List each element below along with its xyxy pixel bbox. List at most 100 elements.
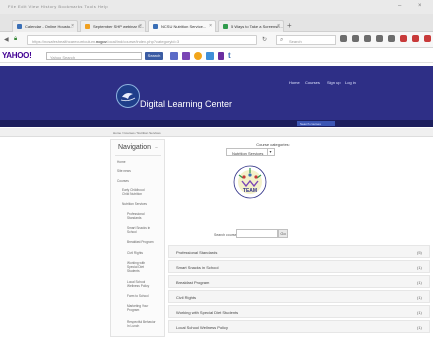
browser-search-placeholder: Search [289,39,302,44]
nav-item-respectful[interactable]: Respectful Behavior In Lunch [127,320,156,328]
yahoo-logo[interactable]: YAHOO! [2,51,32,60]
browser-search-field[interactable]: ⌕ Search [276,35,336,45]
menu-bar: File Edit View History Bookmarks Tools H… [0,0,433,14]
tab-label: September SHP webinar S... [93,24,145,29]
main-content: Course categories: Nutrition Services ▾ … [168,139,433,337]
back-icon[interactable]: ◀ [4,36,9,43]
yahoo-search-placeholder: Yahoo Search [50,55,76,60]
nav-item-farm-to-school[interactable]: Farm to School [127,294,149,298]
download-icon[interactable] [376,35,383,42]
twitter-icon[interactable]: t [228,52,231,60]
category-row[interactable]: Civil Rights (1) [168,290,430,303]
course-search-input[interactable]: Search courses [297,121,335,126]
yahoo-quick-icons: t [170,52,231,60]
category-row[interactable]: Professional Standards (5) [168,245,430,258]
category-name: Working with Special Diet Students [176,310,239,315]
browser-navbar: ◀ 🔒︎ https://ncsafeshealthcarecurriculum… [0,32,433,48]
search-courses-input[interactable] [236,229,278,238]
category-row[interactable]: Working with Special Diet Students (1) [168,305,430,318]
star-icon[interactable] [340,35,347,42]
nav-item-wellness[interactable]: Local School Wellness Policy [127,280,149,288]
minimize-icon[interactable]: – [398,3,401,9]
chevron-down-icon: ▾ [267,149,273,155]
tab-calendar[interactable]: Calendar - Online Housto... × [12,20,78,32]
addon-icon[interactable] [424,35,431,42]
url-path: .local/ind/course/index.php?categoryid=3 [106,39,180,44]
category-select-value: Nutrition Services [232,151,264,156]
nav-item-special-diet[interactable]: Working with Special Diet Students [127,261,145,273]
url-host: ncsafeshealthcarecurriculum. [44,39,97,44]
tab-label: 5 Ways to Take a Screensh... [231,24,283,29]
category-select[interactable]: Nutrition Services ▾ [226,148,275,156]
site-title[interactable]: Digital Learning Center [140,99,232,109]
nav-item-early-childhood[interactable]: Early Childhood Child Nutrition [122,188,145,196]
close-tab-icon[interactable]: × [139,23,142,29]
nav-item-professional-standards[interactable]: Professional Standards [127,212,145,220]
home-icon[interactable] [388,35,395,42]
yahoo-search-button[interactable]: Search [145,52,163,60]
category-name: Civil Rights [176,295,197,300]
category-count: (5) [417,250,422,255]
nav-item-courses[interactable]: Courses [117,179,129,183]
clipboard-icon[interactable] [352,35,359,42]
favicon-icon [153,24,158,29]
nav-item-civil-rights[interactable]: Civil Rights [127,251,143,255]
search-go-button[interactable]: Go [278,229,288,238]
weather-icon[interactable] [194,52,202,60]
nav-item-marketing[interactable]: Marketing Your Program [127,304,148,312]
nav-item-breakfast[interactable]: Breakfast Program [127,240,154,244]
nav-item-home[interactable]: Home [117,160,126,164]
tab-strip: Calendar - Online Housto... × September … [0,14,433,32]
reload-icon[interactable]: ↻ [262,36,267,43]
category-row[interactable]: Smart Snacks in School (1) [168,260,430,273]
nav-item-nutrition-services[interactable]: Nutrition Services [122,202,147,206]
category-count: (1) [417,265,422,270]
url-domain: ncgov [96,39,107,44]
tab-label: Calendar - Online Housto... [25,24,74,29]
favicon-icon [17,24,22,29]
close-tab-icon[interactable]: × [71,23,74,29]
tab-label: NCSU Nutrition Service... [161,24,207,29]
header-link-login[interactable]: Log in [345,80,356,85]
category-row[interactable]: Local School Wellness Policy (1) [168,320,430,333]
favicon-icon [223,24,228,29]
tab-nutrition-active[interactable]: NCSU Nutrition Service... × [148,20,216,32]
menu-items[interactable]: File Edit View History Bookmarks Tools H… [8,4,108,9]
category-row[interactable]: Breakfast Program (1) [168,275,430,288]
yahoo-search-input[interactable]: Yahoo Search [46,52,142,60]
search-icon: ⌕ [280,37,284,43]
course-search-placeholder: Search courses [300,122,321,126]
close-tab-icon[interactable]: × [209,23,212,29]
favicon-icon [85,24,90,29]
addon-icon[interactable] [412,35,419,42]
addon-icon[interactable] [400,35,407,42]
navigation-block: Navigation − Home Site news Courses Earl… [110,139,165,337]
new-tab-button[interactable]: + [287,21,292,30]
lock-icon[interactable]: 🔒︎ [14,36,17,43]
category-name: Local School Wellness Policy [176,325,228,330]
header-link-courses[interactable]: Courses [305,80,320,85]
collapse-icon[interactable]: − [155,145,158,151]
site-logo-icon[interactable] [116,84,140,108]
divider [115,155,161,156]
tab-screenshot[interactable]: 5 Ways to Take a Screensh... × [218,20,284,32]
finance-icon[interactable] [206,52,214,60]
nav-item-site-news[interactable]: Site news [117,169,131,173]
category-label: Course categories: [256,142,290,147]
team-logo: TEAM [233,165,267,199]
nav-item-smart-snacks[interactable]: Smart Snacks in School [127,226,150,234]
header-link-home[interactable]: Home [289,80,300,85]
more-icon[interactable] [218,52,224,60]
url-bar[interactable]: https://ncsafeshealthcarecurriculum.ncgo… [27,35,257,45]
breadcrumb-text[interactable]: Home / Courses / Nutrition Services [113,131,161,135]
yahoo-toolbar: YAHOO! Yahoo Search Search t [0,49,433,63]
tab-webinar[interactable]: September SHP webinar S... × [80,20,146,32]
news-icon[interactable] [182,52,190,60]
mail-icon[interactable] [170,52,178,60]
close-tab-icon[interactable]: × [277,23,280,29]
close-window-icon[interactable]: × [418,3,422,9]
header-link-signup[interactable]: Sign up [327,80,341,85]
team-text: TEAM [243,188,257,194]
pocket-icon[interactable] [364,35,371,42]
category-name: Smart Snacks in School [176,265,219,270]
